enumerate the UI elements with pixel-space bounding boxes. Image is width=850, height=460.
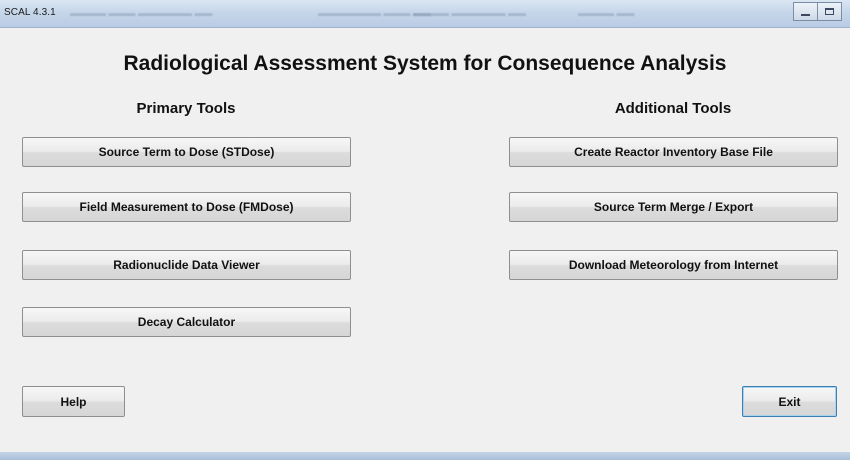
radionuclide-data-viewer-button[interactable]: Radionuclide Data Viewer xyxy=(22,250,351,280)
download-meteorology-button[interactable]: Download Meteorology from Internet xyxy=(509,250,838,280)
stdose-button[interactable]: Source Term to Dose (STDose) xyxy=(22,137,351,167)
background-ghost-text: ▬▬▬▬ ▬▬▬▬▬▬ ▬▬ xyxy=(413,8,527,18)
decay-calculator-button[interactable]: Decay Calculator xyxy=(22,307,351,337)
fmdose-button[interactable]: Field Measurement to Dose (FMDose) xyxy=(22,192,351,222)
minimize-icon xyxy=(801,13,810,16)
maximize-button[interactable] xyxy=(818,2,842,21)
window-controls xyxy=(793,2,842,21)
exit-button[interactable]: Exit xyxy=(742,386,837,417)
title-bar: SCAL 4.3.1 ▬▬▬▬ ▬▬▬ ▬▬▬▬▬▬ ▬▬ ▬▬▬▬▬▬▬ ▬▬… xyxy=(0,0,850,28)
maximize-icon xyxy=(825,8,834,15)
primary-tools-heading: Primary Tools xyxy=(136,100,236,117)
page-title: Radiological Assessment System for Conse… xyxy=(123,52,727,75)
main-panel: Radiological Assessment System for Conse… xyxy=(0,28,850,452)
additional-tools-heading: Additional Tools xyxy=(614,100,732,117)
minimize-button[interactable] xyxy=(793,2,818,21)
window-bottom-border xyxy=(0,452,850,460)
background-ghost-text: ▬▬▬▬ ▬▬ xyxy=(578,8,635,18)
source-term-merge-export-button[interactable]: Source Term Merge / Export xyxy=(509,192,838,222)
create-reactor-inventory-button[interactable]: Create Reactor Inventory Base File xyxy=(509,137,838,167)
window-title: SCAL 4.3.1 xyxy=(4,7,56,18)
background-ghost-text: ▬▬▬▬ ▬▬▬ ▬▬▬▬▬▬ ▬▬ xyxy=(70,8,213,18)
help-button[interactable]: Help xyxy=(22,386,125,417)
